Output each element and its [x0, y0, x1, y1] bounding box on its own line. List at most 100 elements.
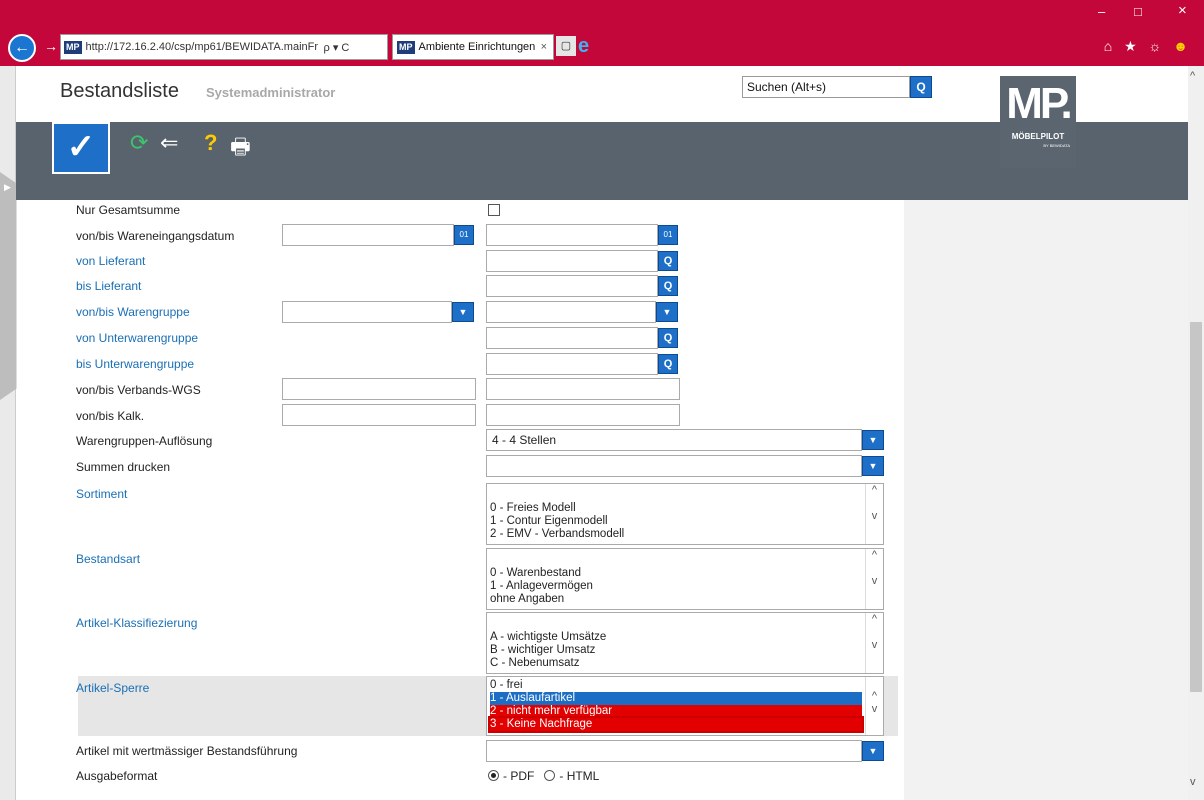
- html-radio[interactable]: [544, 770, 556, 781]
- bis-lieferant-link[interactable]: bis Lieferant: [76, 279, 141, 293]
- chevron-down-icon[interactable]: ▼: [862, 456, 884, 476]
- listbox-scrollbar[interactable]: ^ v: [865, 613, 883, 673]
- chevron-down-icon[interactable]: ▼: [656, 302, 678, 322]
- klassifizierung-link[interactable]: Artikel-Klassifiezierung: [76, 616, 197, 630]
- scroll-up-icon[interactable]: ^: [1190, 70, 1195, 82]
- list-item[interactable]: 0 - frei: [490, 679, 880, 692]
- back-icon[interactable]: ⇐: [160, 130, 178, 156]
- maximize-icon[interactable]: □: [1134, 4, 1142, 19]
- list-item-selected[interactable]: 1 - Auslaufartikel: [490, 692, 862, 705]
- html-label: - HTML: [559, 769, 600, 783]
- search-input[interactable]: Suchen (Alt+s): [742, 76, 910, 98]
- address-url[interactable]: http://172.16.2.40/csp/mp61/BEWIDATA.mai…: [86, 41, 318, 53]
- listbox-scrollbar[interactable]: ^ v: [865, 549, 883, 609]
- listbox-scrollbar[interactable]: ^ v: [865, 677, 883, 735]
- sperre-listbox[interactable]: 0 - frei 1 - Auslaufartikel 2 - nicht me…: [486, 676, 884, 736]
- page-title: Bestandsliste: [60, 80, 179, 102]
- summen-drucken-select[interactable]: [486, 455, 862, 477]
- list-item[interactable]: 1 - Anlagevermögen: [490, 580, 880, 593]
- listbox-scrollbar[interactable]: ^ v: [865, 484, 883, 544]
- home-star-gear-icons[interactable]: ⌂ ★ ☼: [1104, 38, 1166, 54]
- von-uwg-input[interactable]: [486, 327, 658, 349]
- kalk-von-input[interactable]: [282, 404, 476, 426]
- print-icon[interactable]: 🖶: [230, 130, 251, 168]
- address-bar[interactable]: MP http://172.16.2.40/csp/mp61/BEWIDATA.…: [60, 34, 388, 60]
- confirm-button[interactable]: ✓: [52, 122, 110, 174]
- sortiment-listbox[interactable]: 0 - Freies Modell 1 - Contur Eigenmodell…: [486, 483, 884, 545]
- search-icon[interactable]: Q: [658, 251, 678, 271]
- list-item[interactable]: 2 - EMV - Verbandsmodell: [490, 528, 880, 541]
- chevron-down-icon[interactable]: ▼: [452, 302, 474, 322]
- bis-lieferant-input[interactable]: [486, 275, 658, 297]
- browser-tab[interactable]: MP Ambiente Einrichtungen ×: [392, 34, 554, 60]
- wertmaessig-label: Artikel mit wertmässiger Bestandsführung: [76, 744, 298, 758]
- tab-site-icon: MP: [397, 40, 415, 54]
- tab-close-icon[interactable]: ×: [541, 41, 547, 53]
- ie-logo-icon: e: [578, 35, 590, 57]
- search-icon[interactable]: Q: [910, 76, 932, 98]
- kalk-label: von/bis Kalk.: [76, 409, 145, 423]
- warengruppe-link[interactable]: von/bis Warengruppe: [76, 305, 190, 319]
- bis-uwg-input[interactable]: [486, 353, 658, 375]
- wertmaessig-select[interactable]: [486, 740, 862, 762]
- smiley-icon[interactable]: ☻: [1173, 38, 1192, 54]
- bestandsart-listbox[interactable]: 0 - Warenbestand 1 - Anlagevermögen ohne…: [486, 548, 884, 610]
- calendar-icon[interactable]: 01: [454, 225, 474, 245]
- list-item-highlighted[interactable]: 2 - nicht mehr verfügbar: [490, 705, 862, 718]
- search-icon[interactable]: Q: [658, 354, 678, 374]
- minimize-icon[interactable]: –: [1098, 4, 1105, 19]
- list-item-highlighted[interactable]: 3 - Keine Nachfrage: [488, 716, 864, 733]
- kalk-bis-input[interactable]: [486, 404, 680, 426]
- wareneingang-label: von/bis Wareneingangsdatum: [76, 229, 235, 243]
- wg-aufloesung-select[interactable]: 4 - 4 Stellen: [486, 429, 862, 451]
- wareneingang-bis-input[interactable]: [486, 224, 658, 246]
- list-item[interactable]: 0 - Warenbestand: [490, 567, 880, 580]
- verbands-wgs-bis-input[interactable]: [486, 378, 680, 400]
- page-subtitle: Systemadministrator: [206, 85, 336, 100]
- warengruppe-bis-select[interactable]: [486, 301, 656, 323]
- von-unterwarengruppe-link[interactable]: von Unterwarengruppe: [76, 331, 198, 345]
- pdf-label: - PDF: [503, 769, 535, 783]
- pdf-radio[interactable]: [488, 770, 499, 781]
- wareneingang-von-input[interactable]: [282, 224, 454, 246]
- sperre-link[interactable]: Artikel-Sperre: [76, 681, 149, 695]
- right-area: [904, 200, 1188, 800]
- refresh-icon[interactable]: ⟳: [130, 130, 148, 156]
- forward-arrow-icon[interactable]: →: [44, 38, 58, 54]
- list-item[interactable]: 0 - Freies Modell: [490, 502, 880, 515]
- back-arrow-icon[interactable]: ←: [8, 34, 36, 62]
- list-item[interactable]: B - wichtiger Umsatz: [490, 644, 880, 657]
- klassifizierung-listbox[interactable]: A - wichtigste Umsätze B - wichtiger Ums…: [486, 612, 884, 674]
- bis-unterwarengruppe-link[interactable]: bis Unterwarengruppe: [76, 357, 194, 371]
- moebelpilot-logo: MP. MÖBELPILOT BY BEWIDATA: [1000, 76, 1076, 168]
- nur-gesamtsumme-checkbox[interactable]: [488, 204, 500, 216]
- scroll-down-icon[interactable]: v: [1190, 776, 1196, 788]
- summen-drucken-label: Summen drucken: [76, 460, 171, 474]
- scrollbar-thumb[interactable]: [1190, 322, 1202, 692]
- chevron-down-icon[interactable]: ▼: [862, 741, 884, 761]
- verbands-wgs-von-input[interactable]: [282, 378, 476, 400]
- list-item[interactable]: 1 - Contur Eigenmodell: [490, 515, 880, 528]
- search-icon[interactable]: Q: [658, 328, 678, 348]
- warengruppe-von-select[interactable]: [282, 301, 452, 323]
- list-item[interactable]: A - wichtigste Umsätze: [490, 631, 880, 644]
- list-item[interactable]: C - Nebenumsatz: [490, 657, 880, 670]
- new-tab-icon[interactable]: ▢: [556, 36, 576, 56]
- bestandsart-link[interactable]: Bestandsart: [76, 552, 140, 566]
- address-controls[interactable]: ρ ▾ C: [324, 41, 350, 54]
- sortiment-link[interactable]: Sortiment: [76, 487, 127, 501]
- von-lieferant-link[interactable]: von Lieferant: [76, 254, 145, 268]
- verbands-wgs-label: von/bis Verbands-WGS: [76, 383, 201, 397]
- wg-aufloesung-label: Warengruppen-Auflösung: [76, 434, 213, 448]
- nur-gesamtsumme-label: Nur Gesamtsumme: [76, 203, 181, 217]
- help-icon[interactable]: ?: [204, 130, 217, 156]
- chevron-down-icon[interactable]: ▼: [862, 430, 884, 450]
- tab-title: Ambiente Einrichtungen: [418, 41, 536, 53]
- chevron-right-icon: ▶: [4, 182, 11, 192]
- close-window-icon[interactable]: ×: [1178, 2, 1187, 19]
- browser-tools[interactable]: ⌂ ★ ☼ ☻: [1104, 38, 1192, 55]
- von-lieferant-input[interactable]: [486, 250, 658, 272]
- list-item[interactable]: ohne Angaben: [490, 593, 880, 606]
- search-icon[interactable]: Q: [658, 276, 678, 296]
- calendar-icon[interactable]: 01: [658, 225, 678, 245]
